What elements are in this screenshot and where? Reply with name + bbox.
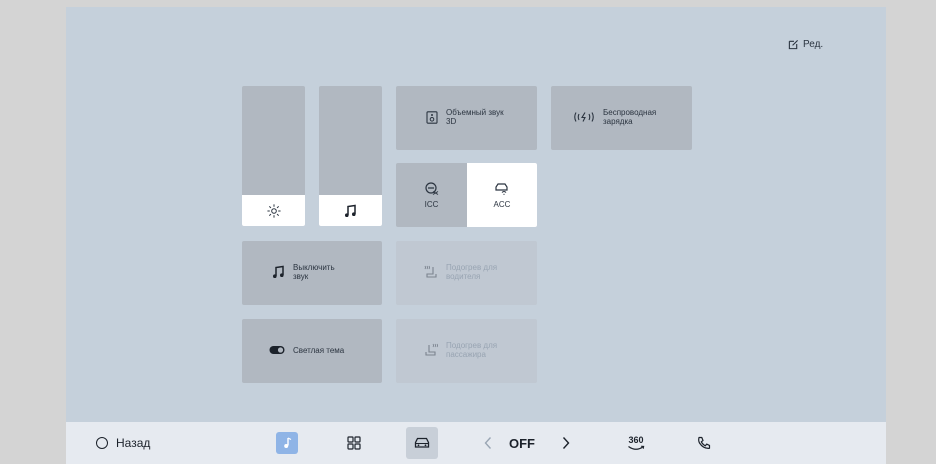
music-app-button[interactable] bbox=[271, 427, 303, 459]
icc-label: ICC bbox=[424, 199, 439, 209]
light-theme-tile[interactable]: Светлая тема bbox=[242, 319, 382, 383]
phone-icon bbox=[698, 436, 711, 449]
edit-icon bbox=[788, 39, 799, 50]
volume-slider[interactable] bbox=[319, 86, 382, 226]
wireless-charging-icon bbox=[574, 112, 594, 122]
sun-icon bbox=[266, 203, 281, 218]
toggle-icon bbox=[269, 346, 285, 354]
icc-toggle[interactable]: ICC bbox=[396, 163, 467, 227]
control-center-screen: Ред. Объемный звук 3D Беспроводная заряд… bbox=[66, 7, 886, 464]
passenger-seat-heating-tile[interactable]: Подогрев для пассажира bbox=[396, 319, 537, 383]
seat-heating-icon bbox=[424, 265, 437, 278]
brightness-slider-fill bbox=[242, 195, 305, 226]
surround-sound-label: Объемный звук 3D bbox=[446, 108, 504, 126]
passenger-seat-heating-label: Подогрев для пассажира bbox=[446, 341, 498, 359]
music-app-icon bbox=[276, 432, 298, 454]
speaker-icon bbox=[426, 110, 438, 124]
surround-sound-tile[interactable]: Объемный звук 3D bbox=[396, 86, 537, 150]
apps-grid-icon bbox=[347, 436, 361, 450]
light-theme-label: Светлая тема bbox=[293, 345, 345, 355]
driver-seat-heating-tile[interactable]: Подогрев для водителя bbox=[396, 241, 537, 305]
camera-360-button[interactable]: 360 bbox=[620, 427, 652, 459]
phone-button[interactable] bbox=[688, 427, 720, 459]
brightness-slider[interactable] bbox=[242, 86, 305, 226]
icc-icon bbox=[424, 181, 438, 195]
climate-value: OFF bbox=[509, 435, 535, 451]
wireless-charging-label: Беспроводная зарядка bbox=[603, 108, 657, 126]
back-button[interactable]: Назад bbox=[96, 422, 150, 464]
acc-label: ACC bbox=[493, 199, 511, 209]
apps-grid-button[interactable] bbox=[338, 427, 370, 459]
rotate-360-icon bbox=[628, 445, 645, 450]
acc-icon bbox=[495, 182, 508, 195]
circle-icon bbox=[96, 437, 108, 449]
chevron-left-icon bbox=[484, 437, 492, 449]
driver-seat-heating-label: Подогрев для водителя bbox=[446, 263, 498, 281]
wireless-charging-tile[interactable]: Беспроводная зарядка bbox=[551, 86, 692, 150]
back-label: Назад bbox=[116, 436, 151, 450]
car-icon bbox=[414, 437, 430, 448]
music-note-icon bbox=[273, 265, 284, 278]
edit-button[interactable]: Ред. bbox=[788, 39, 823, 50]
climate-increase-button[interactable] bbox=[550, 427, 582, 459]
acc-toggle[interactable]: ACC bbox=[467, 163, 537, 227]
bottom-nav-bar: Назад OFF 360 bbox=[66, 422, 886, 464]
mute-tile[interactable]: Выключить звук bbox=[242, 241, 382, 305]
seat-heating-icon bbox=[425, 343, 438, 356]
mute-label: Выключить звук bbox=[293, 263, 335, 281]
camera-360-label: 360 bbox=[628, 434, 644, 445]
cruise-control-tile: ICC ACC bbox=[396, 163, 537, 227]
music-note-icon bbox=[345, 204, 356, 217]
chevron-right-icon bbox=[562, 437, 570, 449]
edit-label: Ред. bbox=[803, 39, 824, 50]
volume-slider-fill bbox=[319, 195, 382, 226]
climate-decrease-button[interactable] bbox=[472, 427, 504, 459]
vehicle-button[interactable] bbox=[406, 427, 438, 459]
